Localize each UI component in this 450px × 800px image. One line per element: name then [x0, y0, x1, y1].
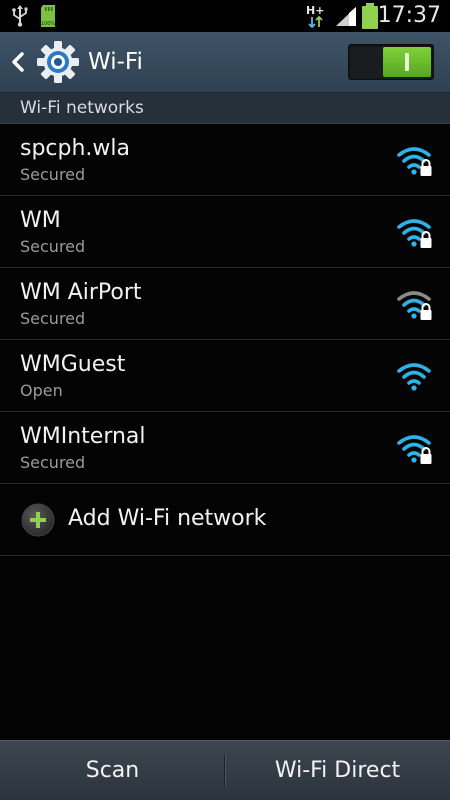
bottom-action-bar: Scan Wi-Fi Direct	[0, 740, 450, 800]
network-security: Secured	[20, 453, 86, 472]
network-item[interactable]: WMInternal Secured	[0, 412, 450, 484]
add-circle-icon	[21, 503, 55, 537]
network-ssid: WMGuest	[20, 352, 126, 377]
network-item[interactable]: WM AirPort Secured	[0, 268, 450, 340]
network-item[interactable]: spcph.wla Secured	[0, 124, 450, 196]
network-list: spcph.wla Secured WM Secured WM AirPort …	[0, 124, 450, 556]
up-navigation-button[interactable]	[4, 40, 92, 84]
wifi-direct-button[interactable]: Wi-Fi Direct	[225, 741, 450, 800]
network-type-icon: H+	[306, 4, 324, 29]
network-ssid: WMInternal	[20, 424, 146, 449]
add-wifi-network-button[interactable]: Add Wi-Fi network	[0, 484, 450, 556]
add-wifi-network-label: Add Wi-Fi network	[68, 506, 267, 531]
network-ssid: WM	[20, 208, 61, 233]
back-chevron-icon	[12, 52, 24, 72]
wifi-signal-locked-icon	[397, 435, 432, 464]
wifi-signal-locked-icon	[397, 219, 432, 248]
scan-button[interactable]: Scan	[0, 741, 225, 800]
network-security: Open	[20, 381, 63, 400]
status-bar: 100% H+ 17:37	[0, 0, 450, 32]
sd-card-percent: 100%	[41, 21, 56, 27]
network-security: Secured	[20, 237, 86, 256]
battery-icon	[362, 3, 378, 29]
wifi-signal-weak-locked-icon	[397, 291, 432, 320]
network-type-label: H+	[306, 4, 324, 17]
action-bar: Wi-Fi	[0, 32, 450, 93]
page-title: Wi-Fi	[88, 49, 143, 75]
network-ssid: WM AirPort	[20, 280, 142, 305]
section-header-label: Wi-Fi networks	[20, 98, 144, 118]
wifi-master-toggle[interactable]	[348, 44, 434, 80]
usb-icon	[12, 5, 28, 27]
network-security: Secured	[20, 165, 86, 184]
network-ssid: spcph.wla	[20, 136, 131, 161]
wifi-signal-locked-icon	[397, 147, 432, 176]
cell-signal-icon	[336, 7, 356, 26]
wifi-settings-screen: 100% H+ 17:37 Wi-Fi Wi-Fi networks spcph…	[0, 0, 450, 800]
toggle-thumb	[383, 47, 431, 77]
wifi-signal-open-icon	[397, 363, 431, 391]
network-item[interactable]: WMGuest Open	[0, 340, 450, 412]
network-security: Secured	[20, 309, 86, 328]
network-item[interactable]: WM Secured	[0, 196, 450, 268]
toggle-on-indicator	[405, 53, 409, 71]
status-clock: 17:37	[377, 3, 441, 28]
section-header: Wi-Fi networks	[0, 93, 450, 124]
settings-gear-icon	[37, 41, 79, 83]
sd-card-icon: 100%	[41, 5, 56, 27]
